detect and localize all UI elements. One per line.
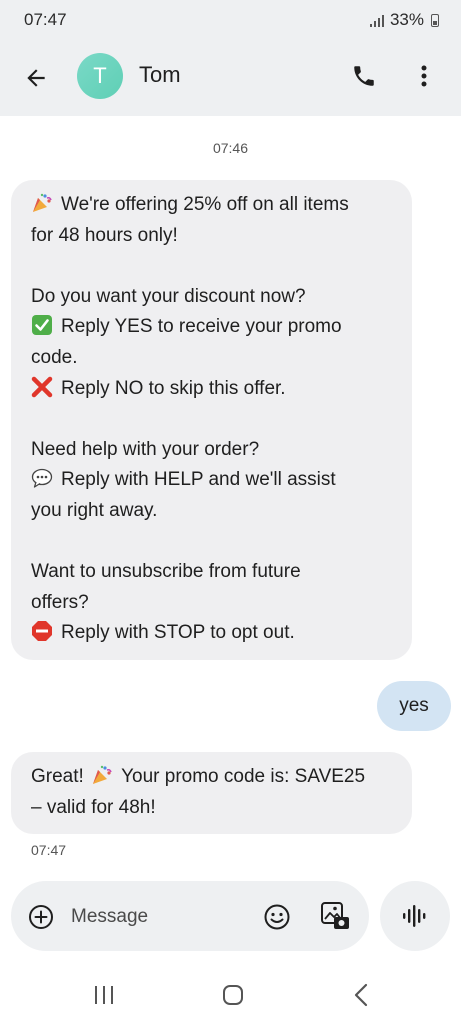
message-line: code.	[31, 346, 78, 368]
emoji-smile-icon[interactable]	[263, 903, 291, 931]
compose-field[interactable]	[11, 881, 369, 951]
party-popper-icon	[31, 192, 53, 214]
contact-avatar[interactable]: T	[77, 53, 123, 99]
gallery-camera-icon[interactable]	[319, 900, 351, 932]
message-list[interactable]: 07:46 We're offering 25% off on all item…	[0, 116, 461, 876]
message-line: Need help with your order?	[31, 438, 260, 460]
message-line: Reply YES to receive your promo	[31, 312, 392, 343]
call-button[interactable]	[348, 60, 380, 92]
contact-name[interactable]: Tom	[139, 62, 181, 88]
message-timestamp: 07:46	[212, 140, 249, 156]
battery-icon	[431, 13, 439, 27]
incoming-message[interactable]: We're offering 25% off on all items for …	[11, 180, 412, 660]
check-mark-icon	[31, 314, 53, 336]
cross-mark-icon	[31, 376, 53, 398]
status-time: 07:47	[24, 10, 67, 29]
recent-apps-icon[interactable]	[92, 984, 116, 1006]
outgoing-message-text: yes	[399, 695, 429, 716]
voice-message-button[interactable]	[380, 881, 450, 951]
party-popper-icon	[91, 764, 113, 786]
phone-icon	[354, 66, 374, 86]
message-line: you right away.	[31, 499, 158, 521]
message-line: We're offering 25% off on all items	[31, 190, 392, 221]
message-line: Great! Your promo code is: SAVE25	[31, 764, 366, 787]
system-navigation-bar	[0, 966, 461, 1024]
message-line: – valid for 48h!	[31, 796, 156, 818]
outgoing-message[interactable]: yes	[377, 681, 451, 731]
message-line: for 48 hours only!	[31, 224, 178, 246]
message-timestamp: 07:47	[31, 842, 67, 858]
message-line: offers?	[31, 591, 89, 613]
stop-sign-icon	[31, 620, 53, 642]
arrow-left-icon	[27, 69, 45, 87]
back-button[interactable]	[20, 62, 52, 94]
home-icon[interactable]	[222, 984, 244, 1006]
incoming-message[interactable]: Great! Your promo code is: SAVE25 – vali…	[11, 752, 412, 834]
add-attachment-icon[interactable]	[28, 904, 54, 930]
status-bar: 07:47 33%	[0, 0, 461, 40]
speech-bubble-icon	[31, 467, 53, 489]
more-options-button[interactable]	[410, 60, 438, 92]
composer-bar	[0, 876, 461, 966]
signal-icon	[369, 13, 384, 27]
message-line: Reply with HELP and we'll assist	[31, 465, 392, 496]
message-line: Want to unsubscribe from future	[31, 561, 301, 583]
back-nav-icon[interactable]	[352, 983, 370, 1007]
conversation-header: T Tom	[0, 40, 461, 116]
message-input[interactable]	[71, 903, 241, 931]
battery-percentage: 33%	[389, 10, 424, 29]
avatar-letter: T	[93, 63, 107, 88]
message-line: Do you want your discount now?	[31, 285, 306, 307]
more-vert-icon	[421, 65, 427, 87]
message-line: Reply with STOP to opt out.	[31, 618, 392, 649]
status-indicators: 33%	[369, 10, 439, 30]
message-line: Reply NO to skip this offer.	[31, 374, 392, 405]
voice-waveform-icon	[403, 905, 426, 927]
messages-screen: 07:47 33% T Tom 07:46 We're offering 25%…	[0, 0, 461, 1024]
